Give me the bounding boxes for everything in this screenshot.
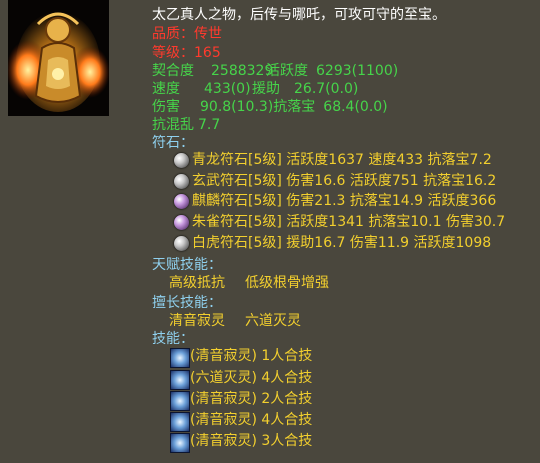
fit-label: 契合度 bbox=[152, 63, 194, 79]
combo-skill-icon bbox=[170, 391, 190, 411]
combo-skill-icon bbox=[170, 412, 190, 432]
combo-skill-icon bbox=[170, 348, 190, 368]
specialty-item: 清音寂灵 bbox=[169, 313, 225, 329]
talent-item: 低级根骨增强 bbox=[245, 275, 329, 291]
fit-value: 2588329 bbox=[211, 63, 274, 79]
stats-row-fit: 契合度 2588329活跃度 6293(1100) bbox=[152, 62, 398, 80]
talents-list: 高级抵抗 低级根骨增强 bbox=[169, 274, 329, 292]
item-tooltip-panel: 太乙真人之物，后传与哪吒，可攻可守的至宝。 品质：传世 等级：165 契合度 25… bbox=[0, 0, 540, 463]
stats-row-damage: 伤害 90.8(10.3)抗落宝 68.4(0.0) bbox=[152, 98, 388, 116]
skills-header: 技能： bbox=[152, 331, 194, 347]
resist-chaos-value: 7.7 bbox=[198, 117, 221, 133]
skill-item: (六道灭灵) 4人合技 bbox=[190, 370, 313, 386]
stats-row-speed: 速度 433(0)援助 26.7(0.0) bbox=[152, 80, 358, 98]
speed-value: 433(0) bbox=[204, 81, 251, 97]
resist-chaos-label: 抗混乱 bbox=[152, 117, 194, 133]
skill-item: (清音寂灵) 2人合技 bbox=[190, 391, 313, 407]
level-row: 等级：165 bbox=[152, 44, 221, 62]
skill-item: (清音寂灵) 3人合技 bbox=[190, 433, 313, 449]
specialties-list: 清音寂灵 六道灭灵 bbox=[169, 312, 301, 330]
resist-fall-value: 68.4(0.0) bbox=[323, 99, 388, 115]
level-value: 165 bbox=[194, 45, 221, 61]
runes-header: 符石： bbox=[152, 135, 194, 151]
white-tiger-rune-icon bbox=[174, 236, 189, 251]
talents-header: 天赋技能： bbox=[152, 257, 222, 273]
qilin-rune-icon bbox=[174, 194, 189, 209]
talent-item: 高级抵抗 bbox=[169, 275, 225, 291]
damage-label: 伤害 bbox=[152, 99, 180, 115]
rune-row: 青龙符石[5级] 活跃度1637 速度433 抗落宝7.2 bbox=[192, 152, 492, 168]
azure-dragon-rune-icon bbox=[174, 153, 189, 168]
skill-item: (清音寂灵) 4人合技 bbox=[190, 412, 313, 428]
specialties-header: 擅长技能： bbox=[152, 295, 222, 311]
stats-row-resist-chaos: 抗混乱 7.7 bbox=[152, 116, 220, 134]
aid-label: 援助 bbox=[252, 81, 280, 97]
active-label: 活跃度 bbox=[266, 63, 308, 79]
aid-value: 26.7(0.0) bbox=[294, 81, 359, 97]
damage-value: 90.8(10.3) bbox=[200, 99, 274, 115]
black-tortoise-rune-icon bbox=[174, 174, 189, 189]
resist-fall-label: 抗落宝 bbox=[273, 99, 316, 115]
vermilion-bird-rune-icon bbox=[174, 215, 189, 230]
level-label: 等级： bbox=[152, 45, 194, 61]
item-portrait bbox=[8, 0, 109, 116]
rune-row: 白虎符石[5级] 援助16.7 伤害11.9 活跃度1098 bbox=[192, 235, 492, 251]
speed-label: 速度 bbox=[152, 81, 180, 97]
rune-row: 麒麟符石[5级] 伤害21.3 抗落宝14.9 活跃度366 bbox=[192, 193, 497, 209]
combo-skill-icon bbox=[170, 433, 190, 453]
item-description: 太乙真人之物，后传与哪吒，可攻可守的至宝。 bbox=[152, 7, 446, 23]
active-value: 6293(1100) bbox=[316, 63, 399, 79]
skill-item: (清音寂灵) 1人合技 bbox=[190, 348, 313, 364]
rune-row: 玄武符石[5级] 伤害16.6 活跃度751 抗落宝16.2 bbox=[192, 173, 497, 189]
quality-label: 品质： bbox=[152, 26, 194, 42]
specialty-item: 六道灭灵 bbox=[245, 313, 301, 329]
golden-treasure-icon bbox=[8, 0, 109, 116]
rune-row: 朱雀符石[5级] 活跃度1341 抗落宝10.1 伤害30.7 bbox=[192, 214, 506, 230]
quality-row: 品质：传世 bbox=[152, 25, 222, 43]
combo-skill-icon bbox=[170, 370, 190, 390]
quality-value: 传世 bbox=[194, 26, 222, 42]
